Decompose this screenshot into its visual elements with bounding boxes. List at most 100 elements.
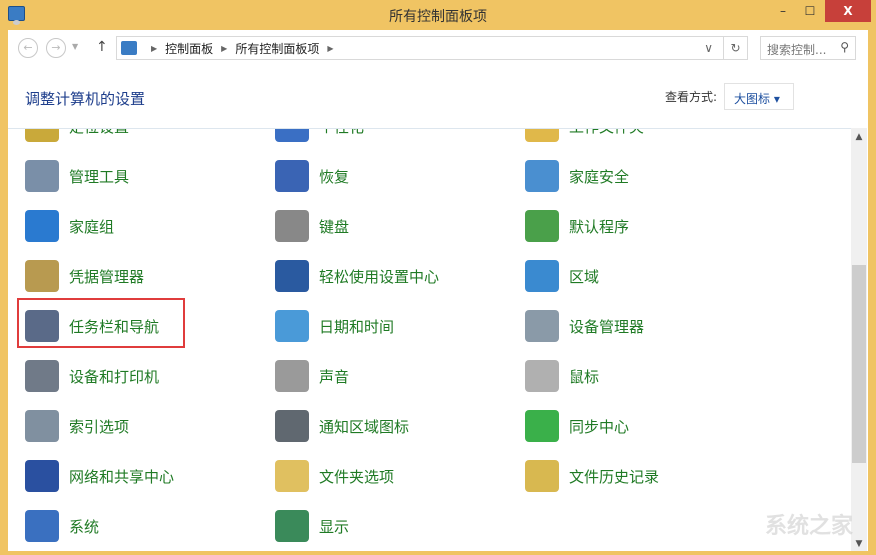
item-label: 鼠标 <box>569 367 600 386</box>
item-icon <box>25 360 59 392</box>
page-title: 调整计算机的设置 <box>25 90 146 108</box>
item-icon <box>275 310 309 342</box>
control-panel-item[interactable]: 声音 <box>275 358 349 394</box>
control-panel-item[interactable]: 区域 <box>525 258 599 294</box>
breadcrumb-control-panel[interactable]: 控制面板 <box>165 40 213 57</box>
chevron-right-icon: ▶ <box>327 43 334 53</box>
breadcrumb-all-items[interactable]: 所有控制面板项 <box>235 40 319 57</box>
chevron-right-icon: ▶ <box>151 43 158 53</box>
control-panel-item[interactable]: 日期和时间 <box>275 308 394 344</box>
control-panel-item[interactable]: 家庭组 <box>25 208 114 244</box>
up-button[interactable]: ↑ <box>96 39 108 55</box>
item-label: 轻松使用设置中心 <box>319 267 440 286</box>
control-panel-item[interactable]: 凭据管理器 <box>25 258 144 294</box>
control-panel-item[interactable]: 家庭安全 <box>525 158 629 194</box>
item-icon <box>525 460 559 492</box>
item-label: 键盘 <box>319 217 350 236</box>
item-icon <box>525 129 559 142</box>
control-panel-item[interactable]: 文件夹选项 <box>275 458 394 494</box>
item-icon <box>275 510 309 542</box>
item-label: 文件历史记录 <box>569 467 660 486</box>
item-icon <box>25 160 59 192</box>
forward-button[interactable]: → <box>46 38 66 58</box>
back-button[interactable]: ← <box>18 38 38 58</box>
items-grid: 定位设置 个性化 工作文件夹管理工具 恢复 家庭安全家庭组 键盘 默认程序凭据管理器 轻松使用… <box>8 128 851 551</box>
item-label: 网络和共享中心 <box>69 467 175 486</box>
item-label: 默认程序 <box>569 217 630 236</box>
control-panel-item[interactable]: 鼠标 <box>525 358 599 394</box>
control-panel-item[interactable]: 设备和打印机 <box>25 358 159 394</box>
item-icon <box>275 260 309 292</box>
item-icon <box>525 210 559 242</box>
item-icon <box>25 310 59 342</box>
view-by-label: 查看方式: <box>665 90 718 104</box>
refresh-button[interactable]: ↻ <box>723 37 747 59</box>
item-icon <box>25 260 59 292</box>
control-panel-item[interactable]: 文件历史记录 <box>525 458 659 494</box>
item-icon <box>275 129 309 142</box>
item-label: 家庭组 <box>69 217 115 236</box>
item-label: 日期和时间 <box>319 317 395 336</box>
control-panel-item[interactable]: 恢复 <box>275 158 349 194</box>
control-panel-item[interactable]: 定位设置 <box>25 129 129 144</box>
item-icon <box>275 360 309 392</box>
control-panel-item[interactable]: 显示 <box>275 508 349 544</box>
control-panel-icon <box>121 41 137 55</box>
control-panel-item[interactable]: 任务栏和导航 <box>25 308 159 344</box>
item-icon <box>25 460 59 492</box>
control-panel-item[interactable]: 网络和共享中心 <box>25 458 174 494</box>
watermark: 系统之家 <box>765 514 854 539</box>
control-panel-item[interactable]: 默认程序 <box>525 208 629 244</box>
control-panel-item[interactable]: 工作文件夹 <box>525 129 644 144</box>
item-label: 系统 <box>69 517 100 536</box>
item-icon <box>525 260 559 292</box>
item-label: 家庭安全 <box>569 167 630 186</box>
item-icon <box>525 410 559 442</box>
item-label: 设备和打印机 <box>69 367 160 386</box>
item-label: 文件夹选项 <box>319 467 395 486</box>
control-panel-item[interactable]: 管理工具 <box>25 158 129 194</box>
item-icon <box>525 160 559 192</box>
item-label: 定位设置 <box>69 129 129 137</box>
view-by-dropdown[interactable]: 大图标 ▾ <box>724 83 794 110</box>
control-panel-item[interactable]: 索引选项 <box>25 408 129 444</box>
control-panel-item[interactable]: 轻松使用设置中心 <box>275 258 439 294</box>
item-icon <box>25 129 59 142</box>
address-bar[interactable]: ▶ 控制面板 ▶ 所有控制面板项 ▶ ∨ ↻ <box>116 36 748 60</box>
minimize-button[interactable]: – <box>770 0 796 22</box>
item-label: 同步中心 <box>569 417 630 436</box>
control-panel-item[interactable]: 同步中心 <box>525 408 629 444</box>
scroll-up-icon[interactable]: ▲ <box>851 132 867 142</box>
recent-dropdown-icon[interactable]: ▼ <box>72 42 78 51</box>
item-icon <box>275 160 309 192</box>
item-label: 设备管理器 <box>569 317 645 336</box>
close-button[interactable]: X <box>825 0 871 22</box>
item-icon <box>275 460 309 492</box>
item-label: 管理工具 <box>69 167 130 186</box>
control-panel-item[interactable]: 通知区域图标 <box>275 408 409 444</box>
control-panel-item[interactable]: 个性化 <box>275 129 364 144</box>
maximize-button[interactable]: ☐ <box>797 0 823 22</box>
item-icon <box>275 210 309 242</box>
item-icon <box>25 210 59 242</box>
search-icon: ⚲ <box>840 40 849 54</box>
item-label: 索引选项 <box>69 417 130 436</box>
item-icon <box>275 410 309 442</box>
item-label: 个性化 <box>319 129 364 137</box>
control-panel-item[interactable]: 设备管理器 <box>525 308 644 344</box>
item-label: 凭据管理器 <box>69 267 145 286</box>
item-icon <box>25 410 59 442</box>
item-icon <box>525 310 559 342</box>
item-label: 通知区域图标 <box>319 417 410 436</box>
item-label: 区域 <box>569 267 600 286</box>
scroll-down-icon[interactable]: ▼ <box>851 539 867 549</box>
scrollbar-thumb[interactable] <box>852 265 866 463</box>
control-panel-item[interactable]: 系统 <box>25 508 99 544</box>
item-icon <box>525 360 559 392</box>
title-bar: 所有控制面板项 – ☐ X <box>0 0 876 30</box>
window-client: ← → ▼ ↑ ▶ 控制面板 ▶ 所有控制面板项 ▶ ∨ ↻ 搜索控制... ⚲ … <box>8 30 868 551</box>
search-input[interactable]: 搜索控制... ⚲ <box>760 36 856 60</box>
control-panel-item[interactable]: 键盘 <box>275 208 349 244</box>
address-dropdown[interactable]: ∨ <box>704 41 713 55</box>
scrollbar[interactable]: ▲ ▼ <box>851 128 867 551</box>
